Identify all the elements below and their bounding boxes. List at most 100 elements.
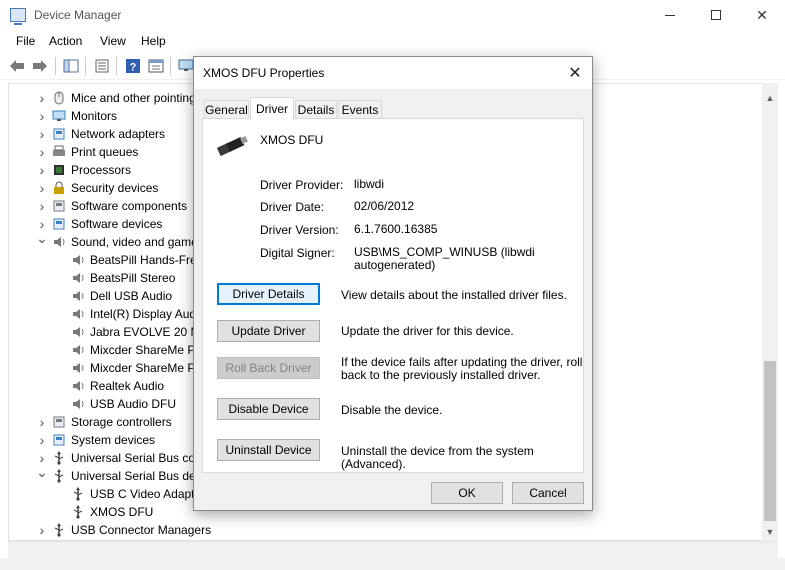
tree-item[interactable]: Realtek Audio [71, 377, 164, 395]
disable-device-button[interactable]: Disable Device [217, 398, 320, 420]
tree-item[interactable]: Jabra EVOLVE 20 MS [71, 323, 209, 341]
tree-item-label: USB Audio DFU [90, 397, 177, 411]
menu-action[interactable]: Action [49, 34, 82, 48]
scroll-up-icon[interactable]: ▲ [762, 91, 778, 105]
help-button[interactable]: ? [124, 57, 142, 75]
chevron-right-icon[interactable]: › [37, 414, 47, 430]
driver-provider-value: libwdi [354, 177, 385, 191]
usb-icon [54, 523, 64, 537]
tree-item[interactable]: BeatsPill Stereo [71, 269, 175, 287]
tab-events[interactable]: Events [338, 100, 382, 119]
chevron-right-icon[interactable]: › [37, 522, 47, 538]
speaker-icon [73, 309, 84, 319]
monitor-icon [52, 110, 66, 121]
forward-button[interactable] [31, 57, 49, 75]
back-button[interactable] [8, 57, 26, 75]
tree-item[interactable]: Intel(R) Display Audio [71, 305, 205, 323]
chevron-right-icon[interactable]: › [37, 198, 47, 214]
tree-item[interactable]: › Processors [40, 161, 132, 179]
tree-item-label: XMOS DFU [90, 505, 154, 519]
dialog-title-bar: XMOS DFU Properties ✕ [194, 57, 592, 89]
speaker-icon [73, 363, 84, 373]
minimize-button[interactable] [647, 0, 693, 30]
minimize-icon [665, 14, 675, 16]
menu-view[interactable]: View [100, 34, 126, 48]
chevron-right-icon[interactable]: › [37, 144, 47, 160]
tree-item[interactable]: Mixcder ShareMe Pro [71, 341, 206, 359]
tree-item-label: Software components [71, 199, 188, 213]
tree-item[interactable]: › Print queues [40, 143, 139, 161]
disable-device-description: Disable the device. [341, 403, 443, 417]
horizontal-scrollbar[interactable] [8, 541, 778, 558]
chevron-right-icon[interactable]: › [37, 108, 47, 124]
chevron-right-icon[interactable]: › [37, 162, 47, 178]
tree-item[interactable]: › Storage controllers [40, 413, 172, 431]
chevron-right-icon[interactable]: › [37, 216, 47, 232]
chevron-down-icon[interactable]: ⌄ [36, 464, 48, 480]
properties-icon [95, 59, 109, 73]
tree-item[interactable]: USB Audio DFU [71, 395, 176, 413]
maximize-button[interactable] [693, 0, 739, 30]
speaker-icon [73, 327, 84, 337]
chevron-right-icon[interactable]: › [37, 90, 47, 106]
tree-item[interactable]: › Software components [40, 197, 188, 215]
view-resources-button[interactable] [147, 57, 165, 75]
window-icon [148, 59, 164, 73]
cancel-button[interactable]: Cancel [512, 482, 584, 504]
tree-item-label: Monitors [71, 109, 118, 123]
tree-item-label: Mixcder ShareMe Pro [90, 343, 207, 357]
software-device-icon [53, 218, 65, 230]
tree-item[interactable]: XMOS DFU [71, 503, 153, 521]
tree-item[interactable]: › Software devices [40, 215, 163, 233]
speaker-icon [73, 399, 84, 409]
roll-back-driver-button: Roll Back Driver [217, 357, 320, 379]
tab-driver[interactable]: Driver [250, 97, 294, 120]
tree-item[interactable]: › USB Connector Managers [40, 521, 211, 539]
driver-tab-panel: XMOS DFU Driver Provider: libwdi Driver … [202, 118, 584, 473]
tree-item-label: Processors [71, 163, 132, 177]
chevron-right-icon[interactable]: › [37, 180, 47, 196]
driver-version-value: 6.1.7600.16385 [354, 222, 438, 236]
tree-item[interactable]: › System devices [40, 431, 156, 449]
chevron-right-icon[interactable]: › [37, 432, 47, 448]
properties-button[interactable] [93, 57, 111, 75]
tree-item[interactable]: USB C Video Adapter [71, 485, 205, 503]
tree-item-label: Mixcder ShareMe Pro [90, 361, 207, 375]
show-hide-console-tree-button[interactable] [62, 57, 80, 75]
ok-button[interactable]: OK [431, 482, 503, 504]
status-bar [0, 558, 785, 570]
tree-item[interactable]: › Security devices [40, 179, 159, 197]
uninstall-device-button[interactable]: Uninstall Device [217, 439, 320, 461]
driver-details-description: View details about the installed driver … [341, 288, 567, 302]
tree-item-label: System devices [71, 433, 156, 447]
vertical-scrollbar[interactable]: ▲ ▼ [762, 83, 778, 541]
tree-item[interactable]: › Monitors [40, 107, 118, 125]
tree-item-label: BeatsPill Stereo [90, 271, 176, 285]
scroll-down-icon[interactable]: ▼ [762, 525, 778, 539]
mouse-icon [54, 91, 64, 105]
storage-icon [53, 416, 65, 428]
tab-general[interactable]: General [204, 100, 249, 119]
scrollbar-thumb[interactable] [764, 361, 776, 521]
dialog-close-button[interactable]: ✕ [562, 61, 588, 85]
close-button[interactable]: ✕ [739, 0, 785, 30]
chevron-right-icon[interactable]: › [37, 450, 47, 466]
tree-item-label: Storage controllers [71, 415, 172, 429]
tree-item[interactable]: Dell USB Audio [71, 287, 172, 305]
driver-details-button[interactable]: Driver Details [217, 283, 320, 305]
tree-item[interactable]: Mixcder ShareMe Pro [71, 359, 206, 377]
security-icon [54, 181, 64, 194]
menu-file[interactable]: File [16, 34, 35, 48]
device-name: XMOS DFU [260, 133, 324, 147]
tab-details[interactable]: Details [295, 100, 337, 119]
maximize-icon [711, 10, 721, 20]
device-manager-icon [10, 8, 26, 25]
chevron-right-icon[interactable]: › [37, 126, 47, 142]
tree-item[interactable]: BeatsPill Hands-Free [71, 251, 203, 269]
toolbar-separator [55, 57, 56, 75]
menu-bar: File Action View Help [0, 30, 785, 52]
chevron-down-icon[interactable]: ⌄ [36, 230, 48, 246]
menu-help[interactable]: Help [141, 34, 166, 48]
update-driver-button[interactable]: Update Driver [217, 320, 320, 342]
tree-item[interactable]: › Network adapters [40, 125, 165, 143]
